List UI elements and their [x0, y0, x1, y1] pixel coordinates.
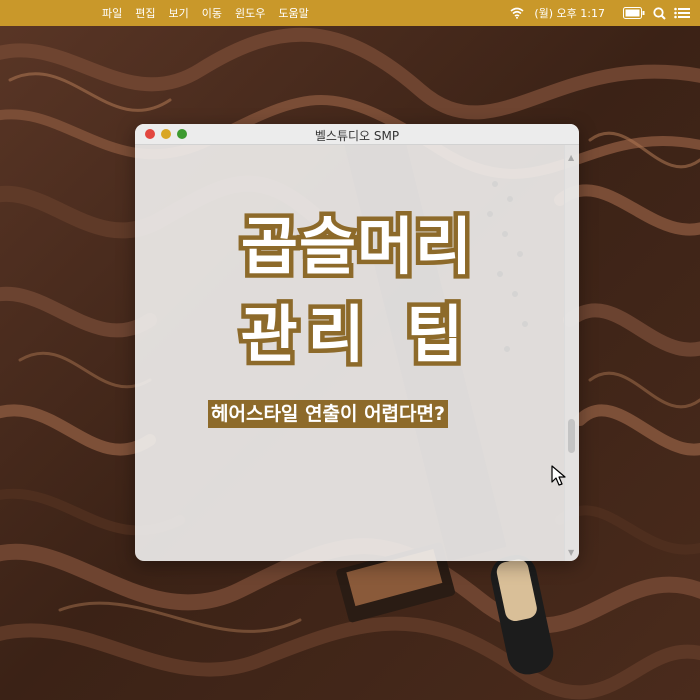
window-titlebar[interactable]: 벨스튜디오 SMP — [135, 124, 579, 145]
window-title: 벨스튜디오 SMP — [314, 129, 400, 143]
list-icon[interactable] — [674, 7, 690, 19]
mouse-cursor-icon — [551, 465, 566, 486]
clock[interactable]: (월) 오후 1:17 — [534, 5, 605, 21]
app-window: 벨스튜디오 SMP 곱슬머리 관리 팁 헤어스타일 연출이 어렵다면? ▲ ▼ — [135, 124, 579, 561]
scroll-down-arrow-icon[interactable]: ▼ — [568, 548, 574, 557]
battery-icon[interactable] — [623, 7, 645, 19]
wifi-icon[interactable] — [510, 7, 524, 19]
scroll-thumb[interactable] — [568, 419, 575, 453]
menu-bar: 파일 편집 보기 이동 윈도우 도움말 (월) 오후 1:17 — [0, 0, 700, 26]
status-area: (월) 오후 1:17 — [510, 0, 690, 26]
scroll-up-arrow-icon[interactable]: ▲ — [568, 153, 574, 162]
menu-help[interactable]: 도움말 — [278, 5, 308, 21]
subtitle-banner: 헤어스타일 연출이 어렵다면? — [208, 400, 449, 428]
menu-go[interactable]: 이동 — [202, 5, 222, 21]
headline-line-2: 관리 팁 — [236, 298, 474, 371]
menu-window[interactable]: 윈도우 — [235, 5, 265, 21]
search-icon[interactable] — [653, 6, 666, 20]
vertical-scrollbar[interactable]: ▲ ▼ — [564, 145, 579, 561]
menu-view[interactable]: 보기 — [169, 5, 189, 21]
menu-edit[interactable]: 편집 — [135, 5, 155, 21]
menu-list: 파일 편집 보기 이동 윈도우 도움말 — [102, 5, 309, 21]
menu-file[interactable]: 파일 — [102, 5, 122, 21]
headline-line-1: 곱슬머리 — [236, 210, 476, 283]
